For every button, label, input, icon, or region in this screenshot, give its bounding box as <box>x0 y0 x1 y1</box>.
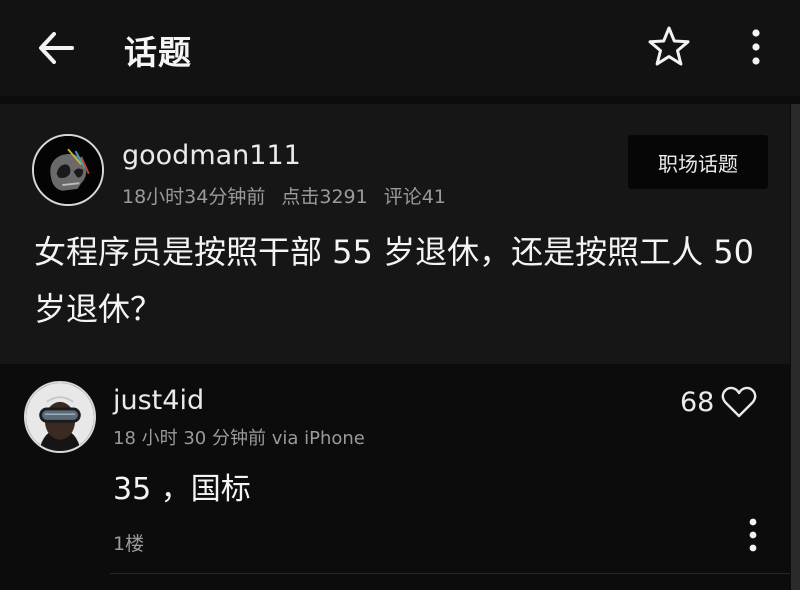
back-arrow-icon <box>39 32 74 64</box>
star-icon <box>648 26 690 66</box>
like-count: 68 <box>680 386 715 418</box>
divider <box>110 573 790 574</box>
more-vertical-icon <box>752 29 760 65</box>
comment-text: 35 ，国标 <box>113 472 251 507</box>
post-clicks: 点击3291 <box>281 186 368 208</box>
avatar[interactable] <box>32 134 104 206</box>
post-title: 女程序员是按照干部 55 岁退休，还是按照工人 50 岁退休？ <box>34 233 754 328</box>
scrollbar[interactable] <box>791 104 800 590</box>
like-button[interactable]: 68 <box>680 382 758 422</box>
post-meta: 18小时34分钟前 点击3291 评论41 <box>122 182 462 209</box>
comment-floor: 1楼 <box>113 533 145 555</box>
favorite-button[interactable] <box>644 22 694 72</box>
comment-more-button[interactable] <box>738 516 768 554</box>
post-author[interactable]: goodman111 <box>122 140 301 171</box>
back-button[interactable] <box>30 22 82 74</box>
comment-item: just4id 18 小时 30 分钟前 via iPhone 35 ，国标 1… <box>0 366 790 574</box>
comment-author[interactable]: just4id <box>113 385 204 416</box>
vr-headset-avatar-icon <box>26 383 94 451</box>
more-vertical-icon <box>749 518 757 552</box>
post-time: 18小时34分钟前 <box>122 186 266 208</box>
comment-meta: 18 小时 30 分钟前 via iPhone <box>113 428 365 449</box>
skull-avatar-icon <box>34 136 102 204</box>
post-comments-count: 评论41 <box>383 186 446 208</box>
topic-post: goodman111 18小时34分钟前 点击3291 评论41 职场话题 女程序员… <box>0 104 790 364</box>
heart-icon <box>721 386 757 418</box>
app-bar: 话题 <box>0 0 800 96</box>
avatar[interactable] <box>24 381 96 453</box>
topic-tag-button[interactable]: 职场话题 <box>628 135 768 189</box>
page-title: 话题 <box>124 33 192 72</box>
more-options-button[interactable] <box>736 22 776 72</box>
